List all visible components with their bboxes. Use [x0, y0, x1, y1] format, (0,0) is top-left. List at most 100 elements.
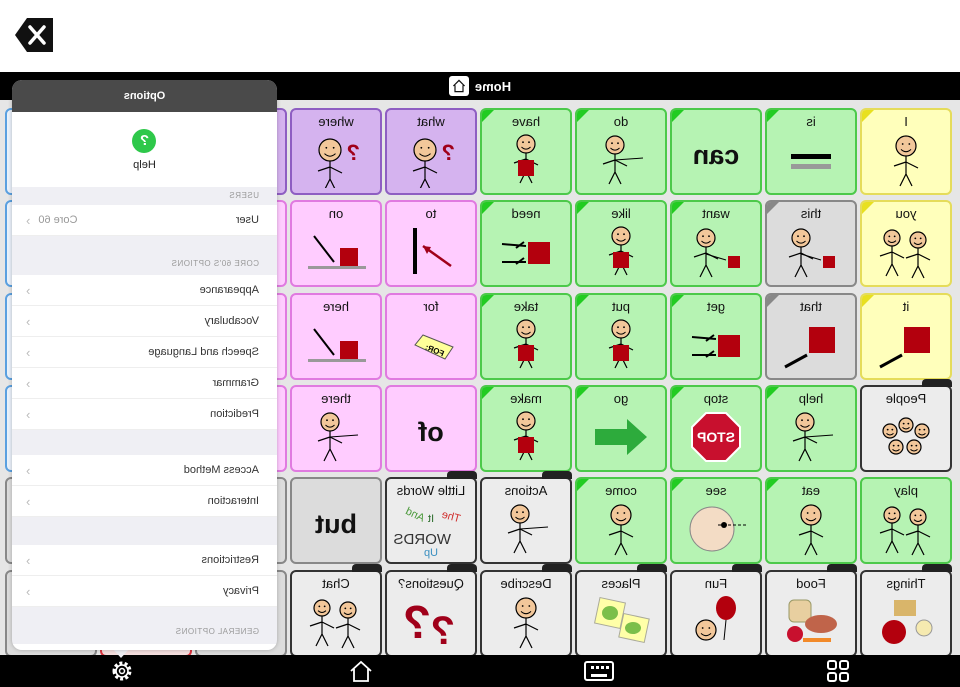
face-point-square-icon [693, 228, 740, 278]
keyboard-icon[interactable] [584, 659, 614, 683]
app-screen: Home Iis can do have what? where? you this want l… [0, 0, 960, 687]
grid-cell-places[interactable]: Places [575, 563, 667, 657]
grid-cell-on[interactable]: on [290, 200, 382, 288]
grid-cell-little-words[interactable]: Little Words And It The WORDS Up [385, 471, 477, 565]
grid-cell-there[interactable]: there [290, 384, 382, 472]
grid-cell-chat[interactable]: Chat [290, 563, 382, 657]
grid-cell-for[interactable]: for FOR: [385, 292, 477, 380]
option-row-privacy[interactable]: Privacy › [12, 576, 277, 607]
grid-cell-things[interactable]: Things [860, 563, 952, 657]
grid-cell-food[interactable]: Food [765, 563, 857, 657]
cell-label: Food [796, 575, 826, 591]
home-icon[interactable] [348, 659, 374, 683]
page-title: Home [474, 78, 512, 94]
grid-cell-you[interactable]: you [860, 200, 952, 288]
close-button[interactable] [15, 18, 55, 52]
cell-label: do [613, 114, 629, 129]
help-button[interactable]: ? Help [12, 112, 277, 187]
face-reach-icon [792, 412, 834, 462]
grid-cell-but[interactable]: but [290, 477, 382, 565]
cell-label: I [904, 114, 908, 129]
square-on-icon [308, 327, 366, 362]
cell-label: put [611, 298, 631, 314]
user-row[interactable]: User Core 60 › [12, 205, 277, 236]
grid-cell-this[interactable]: this [765, 200, 857, 288]
grid-cell-play[interactable]: play [860, 477, 952, 565]
grid-cell-people[interactable]: People [860, 378, 952, 472]
two-faces-icon [309, 598, 361, 648]
option-label: Appearance [199, 284, 259, 296]
grid-cell-put[interactable]: put [575, 292, 667, 380]
grid-cell-want[interactable]: want [670, 200, 762, 288]
option-row-prediction[interactable]: Prediction › [12, 399, 277, 430]
grid-cell-where[interactable]: where? [290, 108, 382, 195]
grid-cell-have[interactable]: have [480, 108, 572, 195]
grid-cell-here[interactable]: here [290, 292, 382, 380]
grid-cell-eat[interactable]: eat [765, 477, 857, 565]
svg-text:STOP: STOP [697, 429, 735, 445]
cell-label: you [895, 206, 917, 222]
cell-label: see [705, 483, 727, 499]
chevron-right-icon: › [26, 212, 31, 228]
grid-cell-can[interactable]: can [670, 108, 762, 195]
little-word: WORDS [393, 531, 452, 549]
cell-label: on [328, 206, 344, 222]
top-area [0, 0, 960, 72]
grid-cell-actions[interactable]: Actions [480, 471, 572, 565]
grid-cell-to[interactable]: to [385, 200, 477, 288]
option-row-restrictions[interactable]: Restrictions › [12, 545, 277, 576]
grid-cell-i[interactable]: I [860, 108, 952, 195]
svg-text:?: ? [347, 140, 360, 165]
grid-cell-describe[interactable]: Describe [480, 563, 572, 657]
chevron-right-icon: › [26, 493, 31, 509]
cell-label: where [318, 114, 354, 129]
face-reach-icon [317, 412, 359, 462]
cell-label: stop [703, 390, 729, 406]
cell-label: make [510, 390, 542, 406]
grid-cell-like[interactable]: like [575, 200, 667, 288]
ball-icon [882, 599, 933, 644]
grid-cell-stop[interactable]: stop STOP [670, 384, 762, 472]
option-row-interaction[interactable]: Interaction › [12, 486, 277, 517]
face-point-square-icon [788, 228, 835, 278]
general-options-row[interactable] [12, 644, 277, 650]
option-row-grammar[interactable]: Grammar › [12, 368, 277, 399]
folder-tab [542, 471, 572, 480]
cell-label: this [800, 206, 822, 222]
tag-for-icon: FOR: [414, 333, 454, 360]
grid-cell-what[interactable]: what? [385, 108, 477, 195]
grid-cell-need[interactable]: need [480, 200, 572, 288]
face-question-icon: ? [317, 138, 360, 188]
grid-cell-do[interactable]: do [575, 108, 667, 195]
chevron-right-icon: › [26, 583, 31, 599]
grid-cell-questions-[interactable]: Questions??? [385, 563, 477, 657]
option-row-speech-and-language[interactable]: Speech and Language › [12, 337, 277, 368]
folder-tab [922, 378, 952, 387]
cell-label: Describe [500, 575, 552, 591]
gear-icon[interactable] [109, 659, 135, 683]
option-row-vocabulary[interactable]: Vocabulary › [12, 306, 277, 337]
grid-cell-that[interactable]: that [765, 292, 857, 380]
face-self-icon [513, 596, 539, 648]
grid-cell-of[interactable]: of [385, 384, 477, 472]
home-icon[interactable] [448, 76, 469, 96]
grid-cell-go[interactable]: go [575, 384, 667, 472]
grid-cell-take[interactable]: take [480, 292, 572, 380]
grid-cell-get[interactable]: get [670, 292, 762, 380]
face-self-icon [608, 504, 634, 556]
grid-cell-help[interactable]: help [765, 384, 857, 472]
face-hold-icon [513, 318, 539, 368]
grid-cell-make[interactable]: make [480, 384, 572, 472]
cell-label: is [806, 114, 816, 129]
option-row-appearance[interactable]: Appearance › [12, 275, 277, 306]
grid-icon[interactable] [825, 659, 851, 683]
option-label: Interaction [207, 495, 259, 507]
option-row-access-method[interactable]: Access Method › [12, 455, 277, 486]
grid-cell-fun[interactable]: Fun [670, 563, 762, 657]
grid-cell-is[interactable]: is [765, 108, 857, 195]
cell-label: like [611, 206, 631, 222]
grid-cell-see[interactable]: see [670, 477, 762, 565]
grid-cell-it[interactable]: it [860, 292, 952, 380]
grid-cell-come[interactable]: come [575, 477, 667, 565]
cell-label: People [885, 390, 927, 406]
